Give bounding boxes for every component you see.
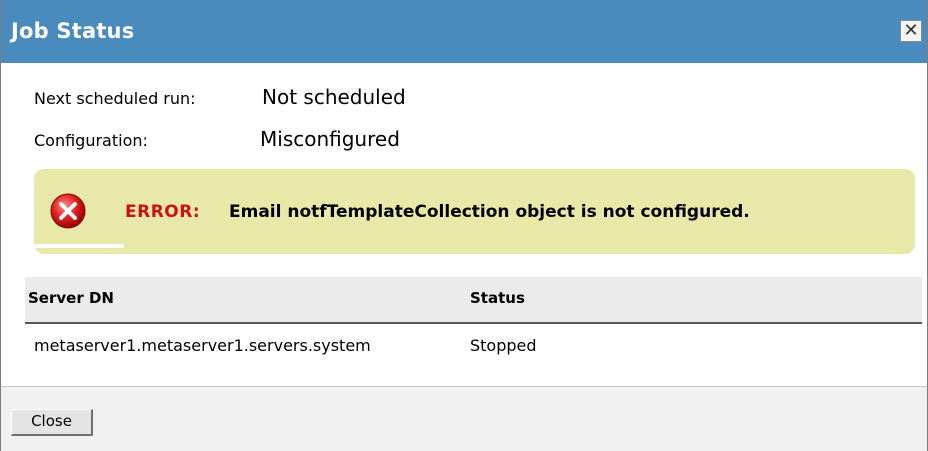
configuration-value: Misconfigured xyxy=(260,127,400,151)
table-header: Server DN Status xyxy=(25,277,922,324)
column-header-server-dn: Server DN xyxy=(28,289,114,307)
configuration-label: Configuration: xyxy=(34,131,148,150)
error-banner: ERROR: Email notfTemplateCollection obje… xyxy=(34,169,915,254)
error-underline xyxy=(34,244,124,248)
error-circle-x-icon xyxy=(50,193,86,229)
cell-server-dn: metaserver1.metaserver1.servers.system xyxy=(34,336,371,355)
close-button[interactable]: Close xyxy=(11,409,93,436)
error-message: Email notfTemplateCollection object is n… xyxy=(229,202,750,222)
next-run-value: Not scheduled xyxy=(262,85,406,109)
cell-status: Stopped xyxy=(470,336,537,355)
dialog-footer: Close xyxy=(1,387,927,451)
dialog-title: Job Status xyxy=(11,19,135,43)
close-icon[interactable]: ✕ xyxy=(900,20,922,42)
error-prefix: ERROR: xyxy=(125,202,201,222)
next-run-label: Next scheduled run: xyxy=(34,89,196,108)
column-header-status: Status xyxy=(470,289,525,307)
dialog-titlebar[interactable]: Job Status ✕ xyxy=(1,0,927,63)
job-status-dialog: Job Status ✕ Next scheduled run: Not sch… xyxy=(0,0,928,451)
